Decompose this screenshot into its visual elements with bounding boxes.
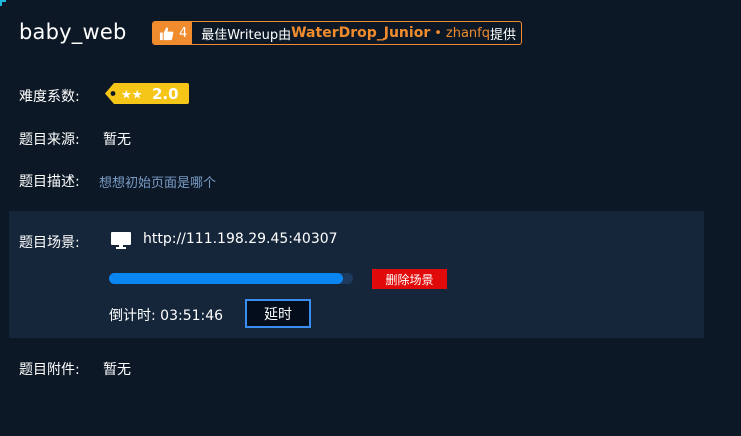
attachment-label: 题目附件:	[19, 362, 80, 378]
countdown-label: 倒计时:	[109, 308, 156, 324]
window-corner-marker	[0, 0, 6, 6]
difficulty-value: 2.0	[152, 85, 179, 103]
writeup-credit: 最佳Writeup由 WaterDrop_Junior • zhanfq 提供	[192, 22, 521, 44]
best-writeup-badge[interactable]: 4 最佳Writeup由 WaterDrop_Junior • zhanfq 提…	[152, 21, 523, 45]
scene-time-progress	[109, 273, 353, 284]
scene-url-link[interactable]: http://111.198.29.45:40307	[143, 231, 338, 247]
writeup-author-link[interactable]: WaterDrop_Junior	[291, 25, 430, 41]
monitor-icon	[111, 232, 131, 249]
difficulty-tag: ★★ 2.0	[105, 81, 190, 106]
countdown: 倒计时: 03:51:46	[109, 305, 223, 325]
description-value: 想想初始页面是哪个	[99, 176, 217, 191]
difficulty-tag-shape: ★★ 2.0	[105, 83, 189, 104]
extend-time-button[interactable]: 延时	[245, 299, 311, 328]
scene-label: 题目场景:	[19, 235, 80, 251]
writeup-like-button[interactable]: 4	[153, 22, 193, 44]
writeup-like-count: 4	[179, 25, 188, 41]
writeup-user-link[interactable]: zhanfq	[446, 26, 490, 41]
countdown-value: 03:51:46	[160, 308, 224, 324]
scene-time-progress-fill	[109, 273, 344, 284]
thumbs-up-icon	[159, 26, 174, 40]
difficulty-stars: ★★	[121, 88, 143, 102]
writeup-separator: •	[434, 25, 442, 41]
challenge-title: baby_web	[19, 20, 127, 44]
source-value: 暂无	[103, 132, 131, 148]
writeup-credit-prefix: 最佳Writeup由	[201, 27, 292, 43]
delete-scene-button[interactable]: 删除场景	[372, 269, 447, 289]
writeup-credit-suffix: 提供	[490, 27, 517, 43]
attachment-value: 暂无	[103, 362, 131, 378]
source-label: 题目来源:	[19, 132, 80, 148]
difficulty-label: 难度系数:	[19, 89, 80, 105]
description-label: 题目描述:	[19, 174, 80, 190]
